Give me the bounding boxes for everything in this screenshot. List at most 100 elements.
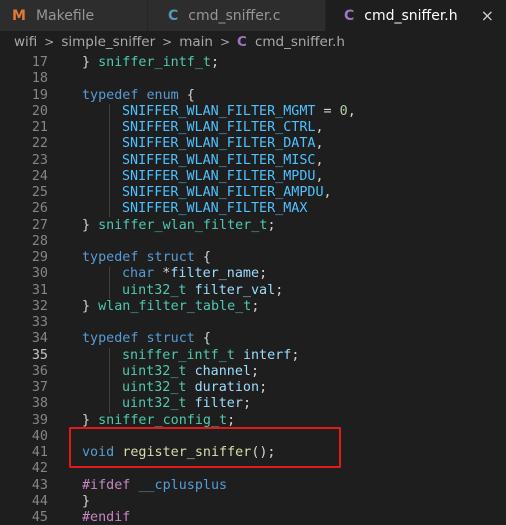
code-text: SNIFFER_WLAN_FILTER_AMPDU, <box>122 185 332 201</box>
c-file-icon: C <box>168 7 179 24</box>
code-text: SNIFFER_WLAN_FILTER_CTRL, <box>122 120 324 136</box>
code-line[interactable]: 31 uint32_t filter_val; <box>0 283 506 299</box>
code-line[interactable]: 35 sniffer_intf_t interf; <box>0 348 506 364</box>
code-token: register_sniffer <box>122 445 252 460</box>
code-token: (); <box>251 445 276 460</box>
code-token: ; <box>251 298 260 314</box>
code-token: typedef <box>82 87 139 103</box>
code-line[interactable]: 19 typedef enum { <box>0 88 506 104</box>
line-number: 23 <box>31 152 48 168</box>
code-line[interactable]: 23 SNIFFER_WLAN_FILTER_MISC, <box>0 153 506 169</box>
code-text: SNIFFER_WLAN_FILTER_MISC, <box>122 153 324 169</box>
code-line[interactable]: 24 SNIFFER_WLAN_FILTER_MPDU, <box>0 169 506 185</box>
line-number: 18 <box>31 71 48 87</box>
code-line[interactable]: 38 uint32_t filter; <box>0 396 506 412</box>
code-line[interactable]: 34 typedef struct { <box>0 331 506 347</box>
code-token: sniffer_intf_t <box>98 55 211 70</box>
code-text: void register_sniffer(); <box>82 445 276 461</box>
code-line[interactable]: 30 char *filter_name; <box>0 266 506 282</box>
code-line[interactable]: 21 SNIFFER_WLAN_FILTER_CTRL, <box>0 120 506 136</box>
code-line[interactable]: 18 <box>0 71 506 87</box>
chevron-right-icon: > <box>219 35 231 49</box>
code-text: sniffer_intf_t interf; <box>122 348 299 364</box>
code-token: SNIFFER_WLAN_FILTER_MGMT <box>122 103 316 119</box>
code-line[interactable]: 39} sniffer_config_t; <box>0 413 506 429</box>
code-token: } <box>82 217 99 233</box>
code-line[interactable]: 17} sniffer_intf_t; <box>0 55 506 71</box>
code-line[interactable]: 32} wlan_filter_table_t; <box>0 299 506 315</box>
code-token: uint32_t <box>122 363 187 379</box>
breadcrumb-item-file[interactable]: cmd_sniffer.h <box>255 34 345 50</box>
code-line[interactable]: 44} <box>0 494 506 510</box>
close-icon[interactable]: × <box>481 6 494 25</box>
tab-cmd-sniffer-c[interactable]: C cmd_sniffer.c <box>148 0 326 31</box>
code-text: SNIFFER_WLAN_FILTER_MPDU, <box>122 169 324 185</box>
code-token: uint32_t <box>122 396 187 412</box>
code-token: { <box>194 331 211 347</box>
code-token: SNIFFER_WLAN_FILTER_CTRL <box>122 120 316 135</box>
code-token: enum <box>146 87 179 103</box>
code-token: typedef <box>82 250 139 265</box>
code-line[interactable]: 33 <box>0 315 506 331</box>
code-line[interactable]: 25 SNIFFER_WLAN_FILTER_AMPDU, <box>0 185 506 201</box>
code-token: ; <box>259 380 268 395</box>
line-number: 43 <box>31 477 48 493</box>
line-number: 26 <box>31 201 48 217</box>
code-text: typedef struct { <box>82 250 211 266</box>
line-number: 19 <box>31 87 48 103</box>
code-token: channel <box>194 363 251 379</box>
breadcrumb-item-main[interactable]: main <box>179 34 213 50</box>
code-line[interactable]: 45 #endif <box>0 510 506 525</box>
code-token: filter <box>194 396 243 412</box>
code-token: } <box>82 493 91 509</box>
code-line[interactable]: 36 uint32_t channel; <box>0 364 506 380</box>
code-token: __cplusplus <box>138 477 228 493</box>
c-header-icon: C <box>344 7 355 24</box>
code-line[interactable]: 27} sniffer_wlan_filter_t; <box>0 218 506 234</box>
code-token: , <box>315 152 324 168</box>
code-line[interactable]: 40 <box>0 429 506 445</box>
code-token: ; <box>242 396 251 412</box>
code-line[interactable]: 20 SNIFFER_WLAN_FILTER_MGMT = 0, <box>0 104 506 120</box>
code-token: sniffer_intf_t <box>122 347 235 363</box>
code-text: typedef enum { <box>82 88 195 104</box>
code-text: char *filter_name; <box>122 266 267 282</box>
breadcrumb-item-simple-sniffer[interactable]: simple_sniffer <box>61 34 155 50</box>
code-text: uint32_t channel; <box>122 364 259 380</box>
line-number: 42 <box>31 461 48 477</box>
line-number: 38 <box>31 396 48 412</box>
line-number: 17 <box>31 55 48 70</box>
code-text: typedef struct { <box>82 331 211 347</box>
code-line[interactable]: 43 #ifdef __cplusplus <box>0 478 506 494</box>
line-number: 21 <box>31 120 48 135</box>
code-line[interactable]: 26 SNIFFER_WLAN_FILTER_MAX <box>0 201 506 217</box>
line-number: 25 <box>31 185 48 200</box>
code-line[interactable]: 22 SNIFFER_WLAN_FILTER_DATA, <box>0 136 506 152</box>
code-line[interactable]: 29 typedef struct { <box>0 250 506 266</box>
makefile-icon: M <box>12 7 26 24</box>
code-token: ; <box>227 412 236 428</box>
breadcrumb-item-wifi[interactable]: wifi <box>14 34 37 50</box>
code-line[interactable]: 42 <box>0 461 506 477</box>
tab-makefile[interactable]: M Makefile <box>0 0 148 31</box>
tab-label: Makefile <box>35 7 95 24</box>
code-token: interf <box>242 347 292 363</box>
code-token: , <box>347 103 356 119</box>
code-token: ; <box>251 363 260 379</box>
code-text: } wlan_filter_table_t; <box>82 299 259 315</box>
code-token: uint32_t <box>122 380 187 395</box>
code-text: SNIFFER_WLAN_FILTER_MAX <box>122 201 307 217</box>
code-token: = <box>315 103 340 119</box>
code-token: SNIFFER_WLAN_FILTER_AMPDU <box>122 185 324 200</box>
code-editor[interactable]: 17} sniffer_intf_t; 18 19 typedef enum {20 S… <box>0 53 506 525</box>
line-number: 44 <box>31 493 48 509</box>
line-number: 39 <box>31 412 48 428</box>
line-number: 34 <box>31 331 48 347</box>
code-line[interactable]: 41 void register_sniffer(); <box>0 445 506 461</box>
code-line[interactable]: 37 uint32_t duration; <box>0 380 506 396</box>
tab-cmd-sniffer-h[interactable]: C cmd_sniffer.h × <box>326 0 506 31</box>
code-token: } <box>82 55 99 70</box>
code-line[interactable]: 28 <box>0 234 506 250</box>
